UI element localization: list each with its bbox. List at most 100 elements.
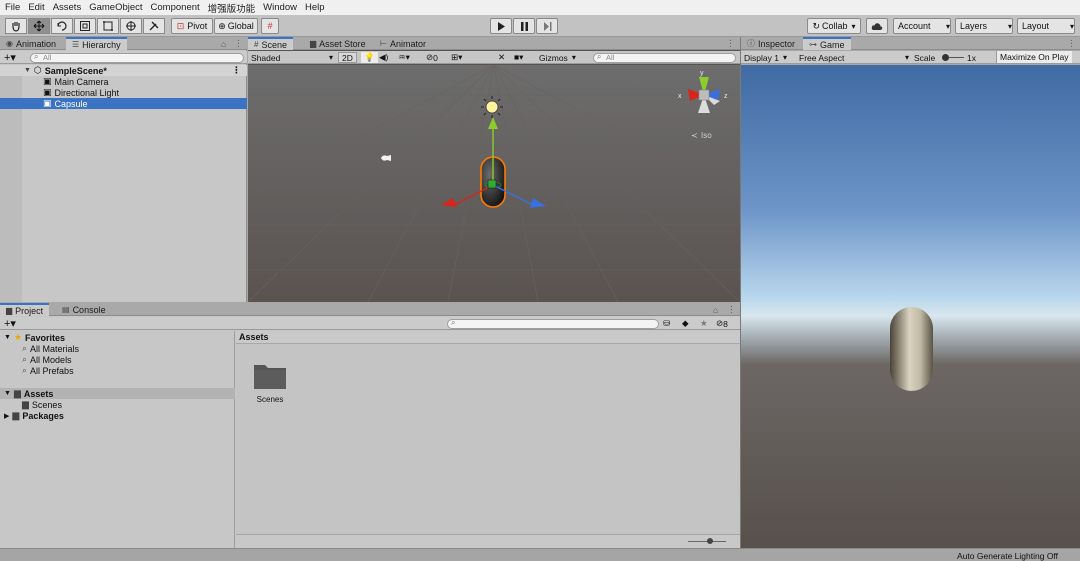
transform-tool-button[interactable] bbox=[120, 18, 142, 34]
tab-inspector[interactable]: ⓘ Inspector bbox=[741, 37, 801, 50]
search-by-type-icon[interactable]: ⛁ bbox=[663, 318, 670, 329]
scale-tool-button[interactable] bbox=[74, 18, 96, 34]
scene-view-panel: #Scene ▆Asset Store ⊢Animator ⋮ Shaded 2… bbox=[248, 37, 740, 302]
lock-icon[interactable]: ⌂ bbox=[713, 304, 718, 315]
favorites-row[interactable]: ▼ ★ Favorites bbox=[0, 332, 235, 343]
packages-folder-row[interactable]: ▶ ▆ Packages bbox=[0, 410, 235, 421]
collab-icon: ↻ bbox=[812, 20, 820, 31]
tab-game-label: Game bbox=[820, 39, 845, 50]
favorite-all-prefabs[interactable]: ⌕ All Prefabs bbox=[22, 365, 74, 376]
panel-menu-icon[interactable]: ⋮ bbox=[1067, 38, 1076, 49]
hidden-objects-icon[interactable]: ⊘ 0 bbox=[426, 52, 438, 63]
menu-component[interactable]: Component bbox=[151, 2, 200, 13]
scene-search-input[interactable]: All bbox=[593, 53, 736, 63]
cloud-button[interactable] bbox=[866, 18, 888, 34]
pause-button[interactable] bbox=[513, 18, 535, 34]
layout-dropdown[interactable]: Layout bbox=[1017, 18, 1075, 34]
lighting-toggle-icon[interactable]: 💡 bbox=[361, 52, 378, 63]
hidden-count: 0 bbox=[433, 52, 438, 63]
gizmos-dropdown[interactable]: Gizmos bbox=[539, 52, 576, 63]
audio-toggle-icon[interactable]: ◀) bbox=[379, 52, 388, 63]
scene-viewport[interactable]: y x z ≺ Iso bbox=[248, 65, 740, 302]
hierarchy-item-main-camera[interactable]: ▣ Main Camera bbox=[0, 76, 247, 87]
lock-icon[interactable]: ⌂ bbox=[221, 38, 226, 49]
global-toggle[interactable]: ⊕ Global bbox=[214, 18, 258, 34]
star-icon: ★ bbox=[13, 332, 23, 342]
assets-folder-row[interactable]: ▼ ▆ Assets bbox=[0, 388, 235, 399]
rotate-tool-button[interactable] bbox=[51, 18, 73, 34]
step-button[interactable] bbox=[536, 18, 558, 34]
tab-game[interactable]: ⊶ Game bbox=[803, 37, 851, 50]
hierarchy-item-directional-light[interactable]: ▣ Directional Light bbox=[0, 87, 247, 98]
display-dropdown[interactable]: Display 1 bbox=[744, 52, 787, 63]
panel-menu-icon[interactable]: ⋮ bbox=[234, 38, 243, 49]
lighting-status[interactable]: Auto Generate Lighting Off bbox=[957, 551, 1058, 561]
menu-edit[interactable]: Edit bbox=[28, 2, 44, 13]
scenes-folder-row[interactable]: ▆ Scenes bbox=[22, 399, 62, 410]
icon-size-slider-thumb[interactable] bbox=[707, 538, 713, 544]
search-by-label-icon[interactable]: ◆ bbox=[682, 318, 689, 329]
panel-menu-icon[interactable]: ⋮ bbox=[726, 38, 735, 49]
menu-assets[interactable]: Assets bbox=[53, 2, 82, 13]
project-search-input[interactable] bbox=[447, 319, 659, 329]
scale-slider-thumb[interactable] bbox=[942, 54, 949, 61]
search-icon: ⌕ bbox=[22, 343, 28, 353]
rect-tool-button[interactable] bbox=[97, 18, 119, 34]
assets-label: Assets bbox=[23, 388, 54, 399]
favorite-star-icon[interactable]: ★ bbox=[700, 318, 708, 329]
favorite-all-materials[interactable]: ⌕ All Materials bbox=[22, 343, 79, 354]
game-viewport[interactable] bbox=[741, 65, 1080, 548]
2d-toggle[interactable]: 2D bbox=[338, 52, 357, 63]
aspect-dropdown[interactable]: Free Aspect bbox=[799, 52, 909, 63]
tab-scene[interactable]: # Scene bbox=[248, 37, 293, 50]
play-button[interactable] bbox=[490, 18, 512, 34]
hierarchy-item-capsule[interactable]: ▣ Capsule bbox=[0, 98, 247, 109]
layers-dropdown[interactable]: Layers bbox=[955, 18, 1013, 34]
hierarchy-search-input[interactable]: All bbox=[30, 53, 244, 63]
menu-window[interactable]: Window bbox=[263, 2, 297, 13]
project-search-bar: +▾ ⛁ ◆ ★ ⊘8 bbox=[0, 317, 740, 330]
scene-menu-icon[interactable]: ⋮ bbox=[232, 65, 241, 76]
tab-animation[interactable]: ◉ Animation bbox=[0, 37, 62, 50]
menu-enhanced-features[interactable]: 增强版功能 bbox=[208, 1, 256, 15]
grid-toggle-icon[interactable]: ⊞▾ bbox=[451, 52, 462, 63]
maximize-on-play-toggle[interactable]: Maximize On Play bbox=[996, 51, 1072, 63]
store-bag-icon: ▆ bbox=[310, 39, 317, 48]
open-folder-icon: ▆ bbox=[13, 388, 21, 398]
project-panel: ▆Project ▤Console ⌂ ⋮ +▾ ⛁ ◆ ★ ⊘8 ▼ ★ Fa… bbox=[0, 303, 740, 548]
tab-asset-store[interactable]: ▆ Asset Store bbox=[304, 37, 372, 50]
account-dropdown[interactable]: Account bbox=[893, 18, 951, 34]
asset-folder-scenes[interactable]: Scenes bbox=[248, 361, 292, 417]
global-label: Global bbox=[227, 21, 254, 31]
tab-animator[interactable]: ⊢ Animator bbox=[374, 37, 432, 50]
move-tool-button[interactable] bbox=[28, 18, 50, 34]
shading-mode-dropdown[interactable]: Shaded bbox=[251, 52, 333, 63]
tab-project[interactable]: ▆ Project bbox=[0, 303, 50, 316]
favorite-all-models[interactable]: ⌕ All Models bbox=[22, 354, 72, 365]
gameobject-cube-icon: ▣ bbox=[43, 87, 52, 97]
scene-row[interactable]: ▼ ⬡ SampleScene* ⋮ bbox=[0, 65, 247, 76]
pivot-icon: ⊡ bbox=[176, 20, 185, 31]
hidden-packages-icon[interactable]: ⊘ 8 bbox=[716, 318, 728, 329]
panel-menu-icon[interactable]: ⋮ bbox=[727, 304, 736, 315]
move-handle-center[interactable] bbox=[487, 179, 497, 189]
effects-toggle-icon[interactable]: ♒▾ bbox=[398, 52, 410, 63]
menu-help[interactable]: Help bbox=[305, 2, 325, 13]
item-label: Main Camera bbox=[54, 76, 109, 87]
transform-icon bbox=[126, 21, 136, 31]
asset-breadcrumb[interactable]: Assets bbox=[236, 331, 740, 344]
tools-icon[interactable]: ✕ bbox=[498, 52, 505, 63]
custom-tool-button[interactable] bbox=[143, 18, 165, 34]
create-dropdown[interactable]: +▾ bbox=[4, 52, 16, 64]
tab-hierarchy[interactable]: ☰ Hierarchy bbox=[66, 37, 127, 50]
hand-tool-button[interactable] bbox=[5, 18, 27, 34]
create-asset-dropdown[interactable]: +▾ bbox=[4, 318, 16, 330]
menu-gameobject[interactable]: GameObject bbox=[89, 2, 142, 13]
collab-dropdown[interactable]: ↻ Collab bbox=[807, 18, 861, 34]
tab-console[interactable]: ▤ Console bbox=[56, 303, 112, 316]
gameobject-cube-icon: ▣ bbox=[43, 76, 52, 86]
snap-grid-button[interactable]: # bbox=[261, 18, 279, 34]
menu-file[interactable]: File bbox=[5, 2, 20, 13]
camera-icon[interactable]: ■▾ bbox=[514, 52, 523, 63]
pivot-toggle[interactable]: ⊡ Pivot bbox=[171, 18, 213, 34]
